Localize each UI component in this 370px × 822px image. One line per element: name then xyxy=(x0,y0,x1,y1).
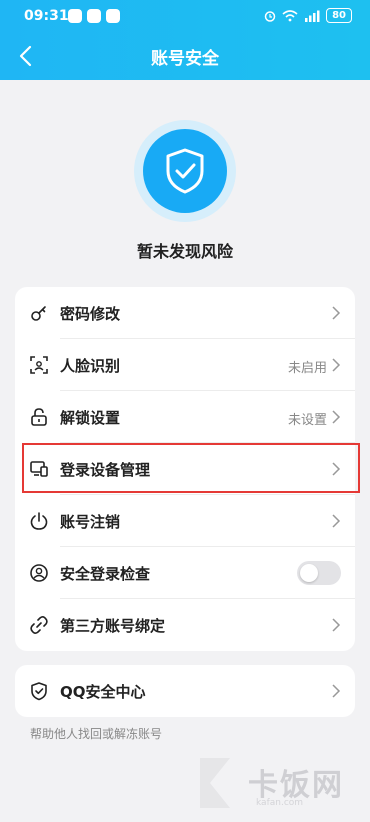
status-app-icons xyxy=(68,9,120,23)
chevron-right-icon xyxy=(332,514,341,528)
setting-row-third-party-binding[interactable]: 第三方账号绑定 xyxy=(15,599,355,651)
qq-security-center-row[interactable]: QQ安全中心 xyxy=(15,665,355,717)
shield-check-icon xyxy=(31,682,47,701)
setting-value: 未设置 xyxy=(287,413,327,428)
nav-bar: 账号安全 xyxy=(0,34,370,78)
setting-label: 解锁设置 xyxy=(60,409,121,427)
alarm-icon xyxy=(264,10,276,22)
link-icon xyxy=(30,616,48,634)
setting-row-account-cancel[interactable]: 账号注销 xyxy=(15,495,355,547)
setting-label: 账号注销 xyxy=(60,513,121,531)
status-time: 09:31 xyxy=(24,8,69,24)
setting-row-unlock[interactable]: 解锁设置 未设置 xyxy=(15,391,355,443)
page-title: 账号安全 xyxy=(151,49,219,69)
setting-row-password[interactable]: 密码修改 xyxy=(15,287,355,339)
setting-row-face-recognition[interactable]: 人脸识别 未启用 xyxy=(15,339,355,391)
setting-row-device-management[interactable]: 登录设备管理 xyxy=(15,443,355,495)
user-check-icon xyxy=(30,564,48,582)
chevron-right-icon xyxy=(332,618,341,632)
security-status-text: 暂未发现风险 xyxy=(136,242,233,261)
chevron-right-icon xyxy=(332,462,341,476)
key-icon xyxy=(31,306,46,321)
secure-login-toggle[interactable] xyxy=(297,561,341,585)
setting-label: 密码修改 xyxy=(60,305,121,323)
lock-icon xyxy=(31,408,47,426)
power-icon xyxy=(30,512,48,530)
settings-card: 密码修改 人脸识别 未启用 解锁设置 未设置 登录设备管理 账号注销 安全登录检… xyxy=(15,287,355,651)
security-status-badge xyxy=(134,120,236,222)
watermark-subtext: kafan.com xyxy=(256,798,304,808)
toggle-knob xyxy=(300,564,318,582)
help-recover-link[interactable]: 帮助他人找回或解冻账号 xyxy=(30,725,162,742)
notification-app-icon xyxy=(87,9,101,23)
setting-label: 第三方账号绑定 xyxy=(60,617,166,635)
wifi-icon xyxy=(282,9,298,21)
chevron-right-icon xyxy=(332,410,341,424)
shield-check-icon xyxy=(166,148,204,194)
face-scan-icon xyxy=(30,356,48,374)
qq-security-card: QQ安全中心 xyxy=(15,665,355,717)
notification-app-icon xyxy=(68,9,82,23)
header-bar: 09:31 80 账号安全 xyxy=(0,0,370,80)
setting-label: 安全登录检查 xyxy=(60,565,151,583)
notification-app-icon xyxy=(106,9,120,23)
shield-circle xyxy=(143,129,227,213)
status-indicators: 80 xyxy=(264,8,352,23)
setting-label: 人脸识别 xyxy=(60,357,121,375)
qq-security-label: QQ安全中心 xyxy=(60,683,146,701)
battery-indicator: 80 xyxy=(326,8,352,23)
chevron-right-icon xyxy=(332,306,341,320)
status-bar: 09:31 80 xyxy=(0,0,370,32)
signal-icon xyxy=(305,10,320,22)
setting-value: 未启用 xyxy=(287,361,327,376)
devices-icon xyxy=(30,461,48,477)
chevron-right-icon xyxy=(332,358,341,372)
chevron-right-icon xyxy=(332,684,341,698)
setting-row-secure-login-check: 安全登录检查 xyxy=(15,547,355,599)
setting-label: 登录设备管理 xyxy=(60,461,151,479)
